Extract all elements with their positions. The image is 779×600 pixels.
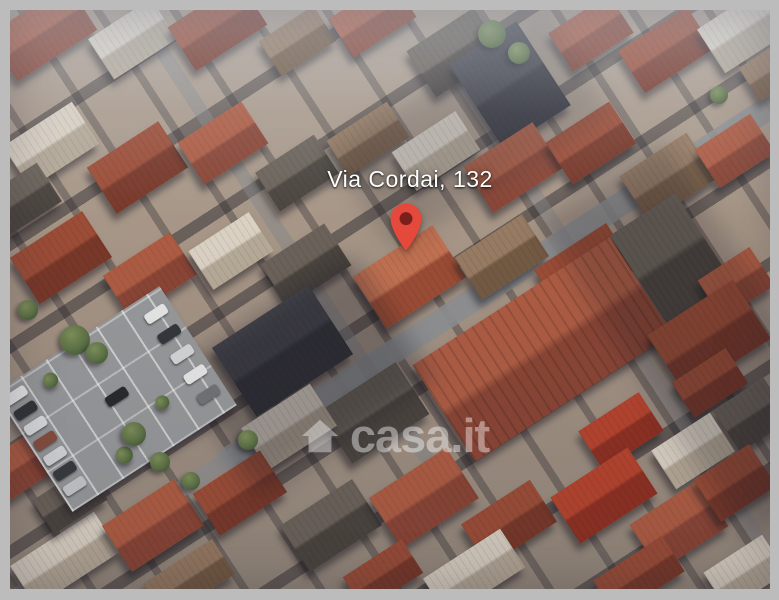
tree bbox=[18, 300, 38, 320]
tree bbox=[508, 42, 530, 64]
tree bbox=[238, 430, 258, 450]
parked-car bbox=[62, 475, 88, 497]
tree bbox=[478, 20, 506, 48]
tree bbox=[150, 452, 170, 472]
palm-tree bbox=[40, 370, 61, 391]
parked-car bbox=[143, 303, 169, 325]
city-scene bbox=[10, 10, 770, 589]
address-label: Via Cordai, 132 bbox=[250, 166, 570, 193]
pin-body bbox=[391, 203, 422, 250]
palm-tree bbox=[113, 443, 137, 467]
aerial-photo: casa.it Via Cordai, 132 bbox=[10, 10, 770, 589]
parked-car bbox=[169, 343, 195, 365]
parked-car bbox=[182, 363, 208, 385]
red-map-pin-icon bbox=[388, 202, 424, 252]
tree bbox=[710, 86, 728, 104]
parked-car bbox=[156, 323, 182, 345]
palm-tree bbox=[153, 393, 172, 412]
parked-car bbox=[104, 386, 130, 408]
parked-car bbox=[195, 383, 221, 405]
tree bbox=[86, 342, 108, 364]
pin-inner-dot bbox=[400, 212, 413, 225]
tree bbox=[182, 472, 200, 490]
tree bbox=[122, 422, 146, 446]
